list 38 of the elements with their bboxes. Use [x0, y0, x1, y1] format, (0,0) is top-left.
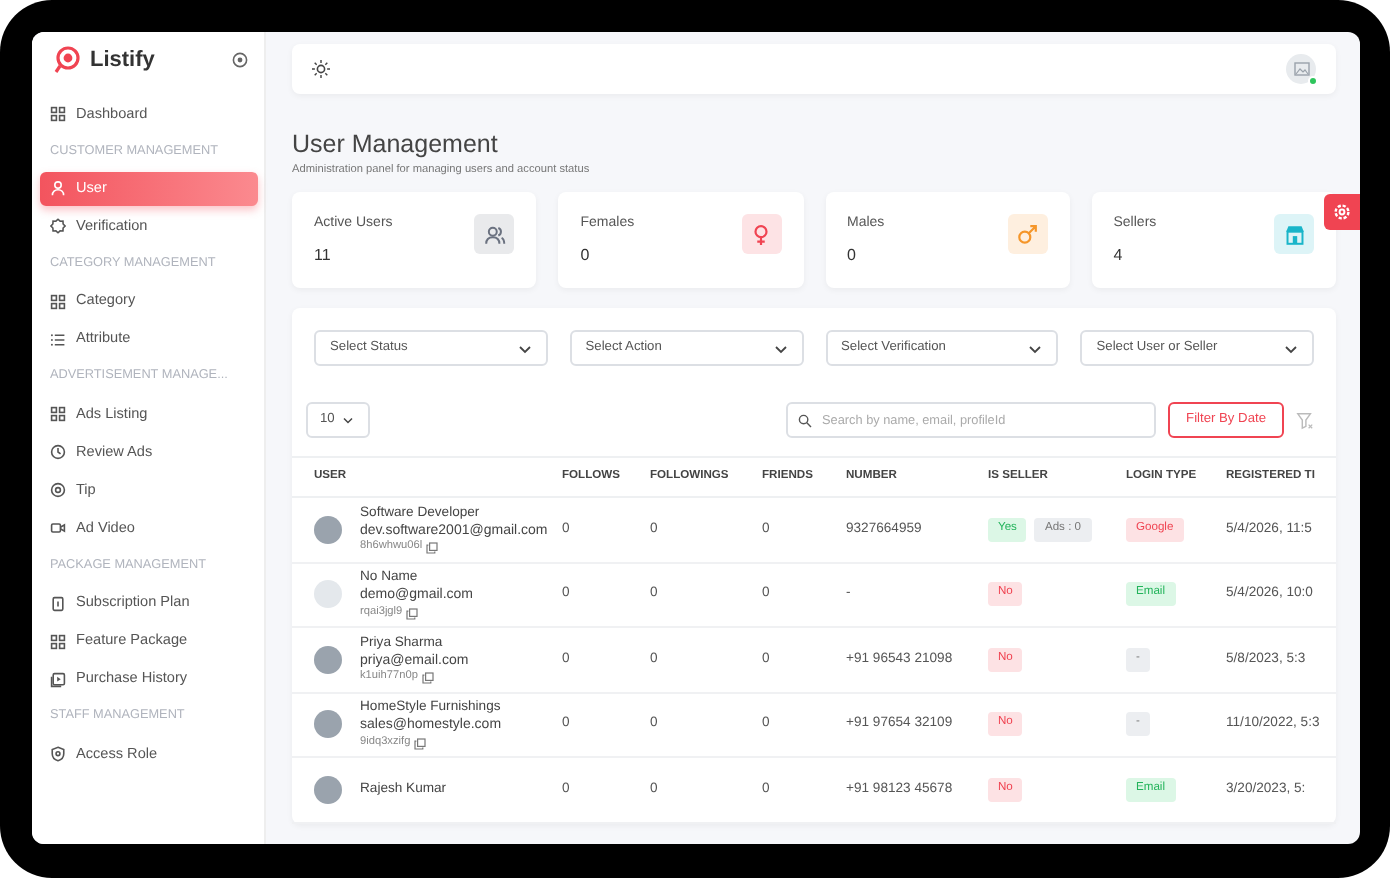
page-title: User Management	[292, 132, 500, 160]
logo-icon	[54, 46, 82, 75]
chevron-down-icon	[1284, 343, 1298, 354]
card-icon	[50, 595, 66, 612]
clock-icon	[50, 444, 66, 461]
brand-name: Listify	[90, 46, 155, 76]
grid-icon	[50, 106, 66, 122]
search-icon	[798, 413, 813, 428]
shield-icon	[50, 746, 66, 763]
sidebar-toggle-icon	[232, 52, 248, 69]
badge-icon	[50, 218, 66, 235]
stat-value: 0	[847, 243, 858, 268]
user-icon	[50, 180, 66, 197]
online-status-dot	[1308, 76, 1318, 86]
chevron-down-icon	[517, 343, 532, 354]
list-icon	[50, 331, 66, 348]
copy-icon	[426, 542, 439, 555]
chevron-down-icon	[1028, 343, 1043, 354]
filter-icon	[1296, 411, 1314, 430]
settings-icon	[1332, 202, 1352, 222]
video-camera-icon	[50, 520, 66, 537]
stat-value: 0	[580, 243, 592, 268]
settings-button[interactable]	[1324, 194, 1360, 230]
chevron-down-icon	[342, 416, 355, 425]
dial-icon	[50, 482, 66, 499]
stat-value: 4	[1113, 243, 1125, 268]
copy-icon	[406, 607, 419, 620]
copy-icon	[414, 737, 427, 750]
grid-icon	[50, 406, 66, 423]
image-placeholder-icon	[1293, 62, 1309, 76]
copy-icon	[421, 672, 434, 685]
grid-icon	[50, 633, 66, 650]
profile-avatar[interactable]	[1286, 54, 1316, 84]
grid-icon	[50, 293, 66, 310]
play-icon	[50, 671, 66, 688]
chevron-down-icon	[773, 343, 787, 354]
stat-value: 11	[314, 243, 333, 268]
sun-icon	[312, 60, 330, 78]
